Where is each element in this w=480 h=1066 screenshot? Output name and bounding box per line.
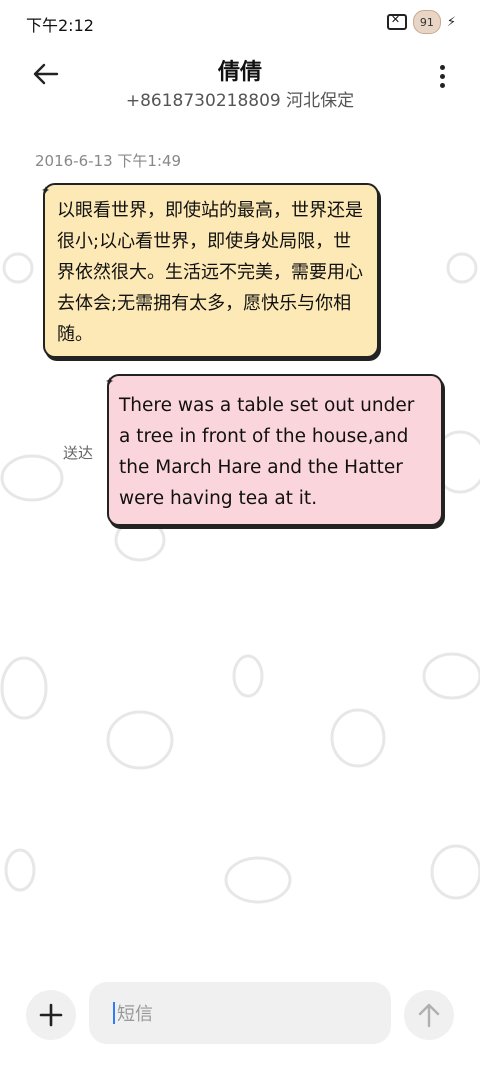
conversation-header: 倩倩 +8618730218809 河北保定 bbox=[0, 46, 480, 116]
sparkle-icon: ✦ bbox=[105, 375, 115, 388]
status-bar: 下午2:12 91 ⚡ bbox=[0, 0, 480, 44]
text-caret bbox=[113, 1002, 115, 1024]
incoming-message-bubble[interactable]: ✦ 以眼看世界，即使站的最高，世界还是很小;以心看世界，即使身处局限，世界依然很… bbox=[41, 183, 379, 358]
battery-level: 91 bbox=[419, 15, 434, 29]
status-time: 下午2:12 bbox=[26, 16, 94, 35]
status-icons: 91 ⚡ bbox=[386, 10, 456, 34]
no-sim-icon bbox=[386, 13, 407, 30]
send-button[interactable] bbox=[404, 990, 454, 1040]
contact-phone-location: +8618730218809 河北保定 bbox=[125, 91, 355, 111]
delivery-status: 送达 bbox=[63, 444, 94, 462]
contact-name: 倩倩 bbox=[217, 60, 262, 85]
outgoing-message-bubble[interactable]: ✦ There was a table set out under a tree… bbox=[105, 374, 443, 526]
sparkle-icon: ✦ bbox=[41, 184, 51, 197]
arrow-up-icon bbox=[418, 1003, 440, 1028]
messaging-screen: 下午2:12 91 ⚡ 倩倩 +8618730218809 河北保定 2016-… bbox=[0, 0, 480, 1066]
add-attachment-button[interactable] bbox=[26, 990, 76, 1040]
charging-icon: ⚡ bbox=[446, 14, 456, 30]
message-timestamp: 2016-6-13 下午1:49 bbox=[35, 152, 182, 170]
message-input[interactable]: 短信 bbox=[89, 982, 391, 1044]
more-vertical-icon bbox=[439, 64, 445, 70]
outgoing-message-text: There was a table set out under a tree i… bbox=[119, 395, 415, 509]
incoming-message-text: 以眼看世界，即使站的最高，世界还是很小;以心看世界，即使身处局限，世界依然很大。… bbox=[57, 200, 363, 345]
plus-icon bbox=[39, 1003, 63, 1027]
more-options-button[interactable] bbox=[432, 56, 452, 96]
battery-icon: 91 bbox=[412, 10, 441, 34]
message-composer: 短信 bbox=[0, 978, 480, 1058]
message-input-placeholder: 短信 bbox=[117, 1004, 153, 1025]
